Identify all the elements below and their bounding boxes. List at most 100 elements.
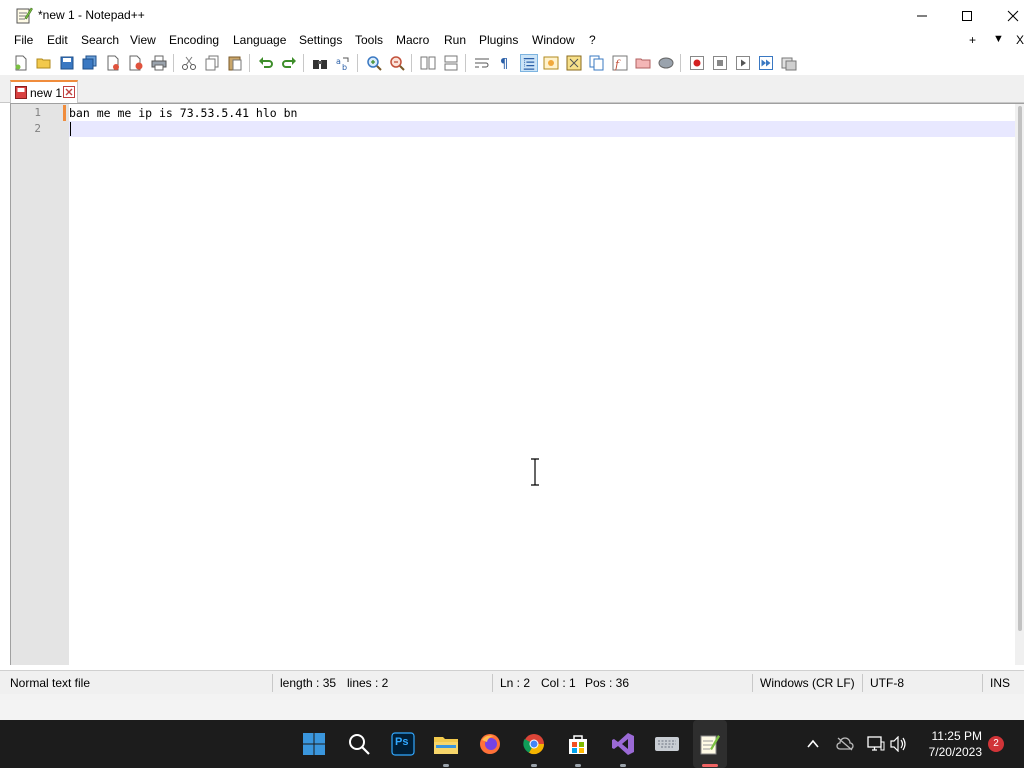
- tab-close-icon[interactable]: [63, 86, 75, 98]
- taskbar-chrome[interactable]: [520, 730, 548, 758]
- menu-settings[interactable]: Settings: [299, 33, 342, 47]
- show-all-characters-button[interactable]: ¶: [496, 54, 514, 72]
- taskbar-firefox[interactable]: [476, 730, 504, 758]
- macro-stop-button[interactable]: [711, 54, 729, 72]
- save-icon: [60, 56, 74, 70]
- play-icon: [736, 56, 750, 70]
- taskbar-photoshop[interactable]: Ps: [389, 730, 417, 758]
- unsaved-document-icon: [15, 86, 27, 99]
- menu-file[interactable]: File: [14, 33, 33, 47]
- print-button[interactable]: [150, 54, 168, 72]
- scrollbar-thumb[interactable]: [1018, 106, 1022, 631]
- line-number: 2: [34, 122, 41, 135]
- close-window-button[interactable]: [990, 0, 1024, 32]
- macro-save-button[interactable]: [780, 54, 798, 72]
- taskbar-file-explorer[interactable]: [432, 730, 460, 758]
- menu-language[interactable]: Language: [233, 33, 286, 47]
- copy-icon: [205, 55, 219, 71]
- taskbar-clock-time[interactable]: 11:25 PM: [910, 729, 982, 743]
- menu-window[interactable]: Window: [532, 33, 575, 47]
- indent-guide-button[interactable]: [520, 54, 538, 72]
- paste-button[interactable]: [226, 54, 244, 72]
- status-file-type: Normal text file: [10, 676, 91, 690]
- menu-encoding[interactable]: Encoding: [169, 33, 219, 47]
- replace-button[interactable]: ab: [334, 54, 352, 72]
- visual-studio-icon: [612, 733, 634, 755]
- vertical-scrollbar[interactable]: [1015, 104, 1024, 665]
- word-wrap-button[interactable]: [473, 54, 491, 72]
- undo-icon: [259, 57, 273, 68]
- redo-button[interactable]: [280, 54, 298, 72]
- open-file-button[interactable]: [35, 54, 53, 72]
- taskbar-microsoft-store[interactable]: [564, 730, 592, 758]
- menu-macro[interactable]: Macro: [396, 33, 429, 47]
- word-wrap-icon: [475, 58, 489, 68]
- current-line-highlight: [69, 121, 1015, 137]
- new-tab-plus-button[interactable]: +: [969, 33, 976, 47]
- menu-tools[interactable]: Tools: [355, 33, 383, 47]
- menu-run[interactable]: Run: [444, 33, 466, 47]
- sync-horizontal-button[interactable]: [442, 54, 460, 72]
- monitoring-button[interactable]: [657, 54, 675, 72]
- close-all-button[interactable]: [127, 54, 145, 72]
- document-list-button[interactable]: [588, 54, 606, 72]
- menu-search[interactable]: Search: [81, 33, 119, 47]
- onedrive-tray-button[interactable]: [835, 734, 855, 754]
- status-bar: Normal text file length : 35 lines : 2 L…: [0, 670, 1024, 694]
- copy-button[interactable]: [203, 54, 221, 72]
- sync-vertical-button[interactable]: [419, 54, 437, 72]
- macro-play-button[interactable]: [734, 54, 752, 72]
- find-button[interactable]: [311, 54, 329, 72]
- macro-record-button[interactable]: [688, 54, 706, 72]
- taskbar-visual-studio[interactable]: [609, 730, 637, 758]
- macro-run-multiple-button[interactable]: [757, 54, 775, 72]
- notification-badge[interactable]: 2: [988, 736, 1004, 752]
- taskbar-touch-keyboard[interactable]: [653, 730, 681, 758]
- save-macro-icon: [781, 57, 797, 71]
- new-file-button[interactable]: [12, 54, 30, 72]
- redo-icon: [282, 57, 296, 68]
- running-indicator: [443, 764, 449, 767]
- tab-new-1[interactable]: new 1: [10, 80, 78, 103]
- cut-button[interactable]: [180, 54, 198, 72]
- taskbar-search-button[interactable]: [345, 730, 373, 758]
- notepad-plus-plus-icon: [16, 7, 33, 24]
- folder-as-workspace-button[interactable]: [634, 54, 652, 72]
- save-button[interactable]: [58, 54, 76, 72]
- taskbar-notepad-plus-plus[interactable]: [696, 730, 724, 758]
- tab-list-dropdown-button[interactable]: ▼: [993, 33, 1004, 45]
- text-editor[interactable]: 1 2 ban me me ip is 73.53.5.41 hlo bn: [10, 103, 1024, 665]
- search-icon: [349, 734, 370, 755]
- status-separator: [752, 674, 753, 692]
- minimize-button[interactable]: [899, 0, 945, 32]
- status-separator: [492, 674, 493, 692]
- running-indicator: [531, 764, 537, 767]
- document-map-button[interactable]: [565, 54, 583, 72]
- show-hidden-icons-button[interactable]: [803, 734, 823, 754]
- maximize-button[interactable]: [944, 0, 990, 32]
- zoom-in-button[interactable]: [365, 54, 383, 72]
- status-encoding: UTF-8: [870, 676, 904, 690]
- title-bar: *new 1 - Notepad++: [0, 0, 1024, 32]
- close-icon: [1007, 10, 1019, 22]
- svg-text:¶: ¶: [500, 57, 508, 71]
- menu-help[interactable]: ?: [589, 33, 596, 47]
- function-list-button[interactable]: f: [611, 54, 629, 72]
- network-tray-button[interactable]: [866, 734, 886, 754]
- menu-edit[interactable]: Edit: [47, 33, 68, 47]
- menu-plugins[interactable]: Plugins: [479, 33, 518, 47]
- undo-button[interactable]: [257, 54, 275, 72]
- folder-icon: [635, 58, 651, 69]
- save-all-button[interactable]: [81, 54, 99, 72]
- zoom-out-button[interactable]: [388, 54, 406, 72]
- close-document-button[interactable]: X: [1016, 33, 1024, 47]
- start-button[interactable]: [300, 730, 328, 758]
- taskbar: Ps 11:25 PM 7/20/2023: [0, 720, 1024, 768]
- close-file-button[interactable]: [104, 54, 122, 72]
- taskbar-clock-date[interactable]: 7/20/2023: [910, 745, 982, 759]
- volume-tray-button[interactable]: [889, 734, 909, 754]
- menu-view[interactable]: View: [130, 33, 156, 47]
- save-all-icon: [82, 55, 97, 70]
- user-defined-language-button[interactable]: [542, 54, 560, 72]
- function-list-icon: f: [612, 55, 628, 71]
